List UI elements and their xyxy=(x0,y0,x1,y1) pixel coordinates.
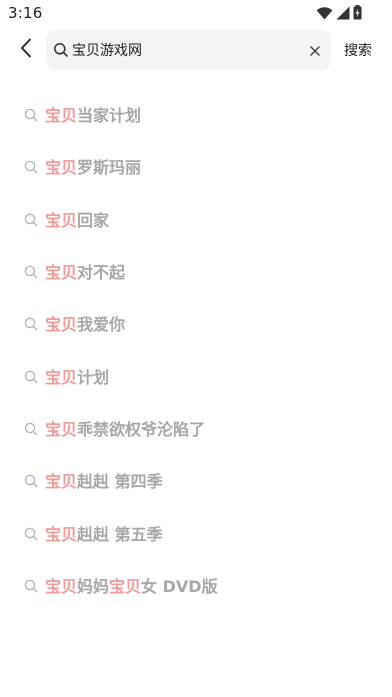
suggestion-highlight: 宝贝 xyxy=(45,472,78,492)
suggestion-item[interactable]: 宝贝当家计划 xyxy=(0,88,392,140)
suggestion-rest: 我爱你 xyxy=(77,315,126,335)
suggestion-highlight: 宝贝 xyxy=(45,524,78,544)
suggestion-rest: 当家计划 xyxy=(77,106,142,126)
status-bar: 3:16 xyxy=(0,0,392,26)
suggestion-text: 宝贝我爱你 xyxy=(45,311,125,335)
suggestion-highlight: 宝贝 xyxy=(45,158,78,178)
suggestion-rest: 女 DVD版 xyxy=(141,576,218,596)
search-icon xyxy=(24,107,38,122)
search-header: 搜索 xyxy=(0,28,392,72)
suggestion-text: 宝贝计划 xyxy=(45,364,109,388)
suggestion-text: 宝贝对不起 xyxy=(45,259,125,283)
status-icons xyxy=(316,5,362,24)
signal-icon xyxy=(336,5,350,24)
close-icon xyxy=(310,41,320,60)
suggestion-rest: 罗斯玛丽 xyxy=(77,158,142,178)
suggestion-item[interactable]: 宝贝赳赳 第四季 xyxy=(0,454,392,506)
search-icon xyxy=(24,369,38,383)
suggestion-rest: 赳赳 第五季 xyxy=(77,524,163,544)
search-icon xyxy=(24,578,38,593)
suggestion-text: 宝贝赳赳 第四季 xyxy=(45,468,163,492)
clear-search-button[interactable] xyxy=(307,42,323,58)
search-icon xyxy=(24,473,38,488)
back-button[interactable] xyxy=(14,38,38,62)
suggestion-rest: 妈妈 xyxy=(77,576,110,596)
suggestion-text: 宝贝罗斯玛丽 xyxy=(45,154,141,178)
suggestion-item[interactable]: 宝贝我爱你 xyxy=(0,297,392,349)
suggestion-highlight: 宝贝 xyxy=(45,263,78,283)
suggestion-rest: 对不起 xyxy=(77,263,126,283)
suggestion-highlight: 宝贝 xyxy=(45,106,78,126)
search-icon xyxy=(24,159,38,174)
suggestion-highlight: 宝贝 xyxy=(45,367,78,387)
suggestion-list: 宝贝当家计划 宝贝罗斯玛丽 宝贝回家 宝贝对不起 宝贝我爱你 宝贝计划 宝贝乖禁… xyxy=(0,88,392,611)
suggestion-rest: 乖禁欲权爷沦陷了 xyxy=(77,419,206,439)
search-icon xyxy=(24,526,38,540)
suggestion-text: 宝贝回家 xyxy=(45,207,109,231)
suggestion-text: 宝贝妈妈宝贝女 DVD版 xyxy=(45,573,218,597)
search-icon xyxy=(24,316,38,331)
suggestion-rest: 计划 xyxy=(77,367,110,387)
suggestion-item[interactable]: 宝贝计划 xyxy=(0,349,392,401)
suggestion-text: 宝贝乖禁欲权爷沦陷了 xyxy=(45,416,205,440)
suggestion-item[interactable]: 宝贝乖禁欲权爷沦陷了 xyxy=(0,402,392,454)
suggestion-item[interactable]: 宝贝妈妈宝贝女 DVD版 xyxy=(0,559,392,611)
suggestion-item[interactable]: 宝贝赳赳 第五季 xyxy=(0,506,392,558)
wifi-icon xyxy=(316,5,333,24)
suggestion-highlight: 宝贝 xyxy=(45,576,78,596)
back-arrow-icon xyxy=(20,38,32,62)
suggestion-highlight: 宝贝 xyxy=(45,210,78,230)
suggestion-item[interactable]: 宝贝罗斯玛丽 xyxy=(0,140,392,192)
search-icon xyxy=(24,212,38,227)
status-time: 3:16 xyxy=(8,4,43,22)
search-icon xyxy=(24,264,38,279)
suggestion-highlight: 宝贝 xyxy=(45,315,78,335)
battery-icon xyxy=(353,5,362,24)
suggestion-highlight: 宝贝 xyxy=(109,576,142,596)
search-icon xyxy=(24,421,38,436)
suggestion-item[interactable]: 宝贝回家 xyxy=(0,193,392,245)
search-box[interactable] xyxy=(46,30,331,70)
suggestion-rest: 赳赳 第四季 xyxy=(77,472,163,492)
suggestion-text: 宝贝当家计划 xyxy=(45,102,141,126)
search-icon xyxy=(53,42,69,58)
suggestion-rest: 回家 xyxy=(77,210,110,230)
suggestion-text: 宝贝赳赳 第五季 xyxy=(45,521,163,545)
search-button[interactable]: 搜索 xyxy=(344,40,372,60)
suggestion-highlight: 宝贝 xyxy=(45,419,78,439)
search-input[interactable] xyxy=(72,30,297,70)
suggestion-item[interactable]: 宝贝对不起 xyxy=(0,245,392,297)
